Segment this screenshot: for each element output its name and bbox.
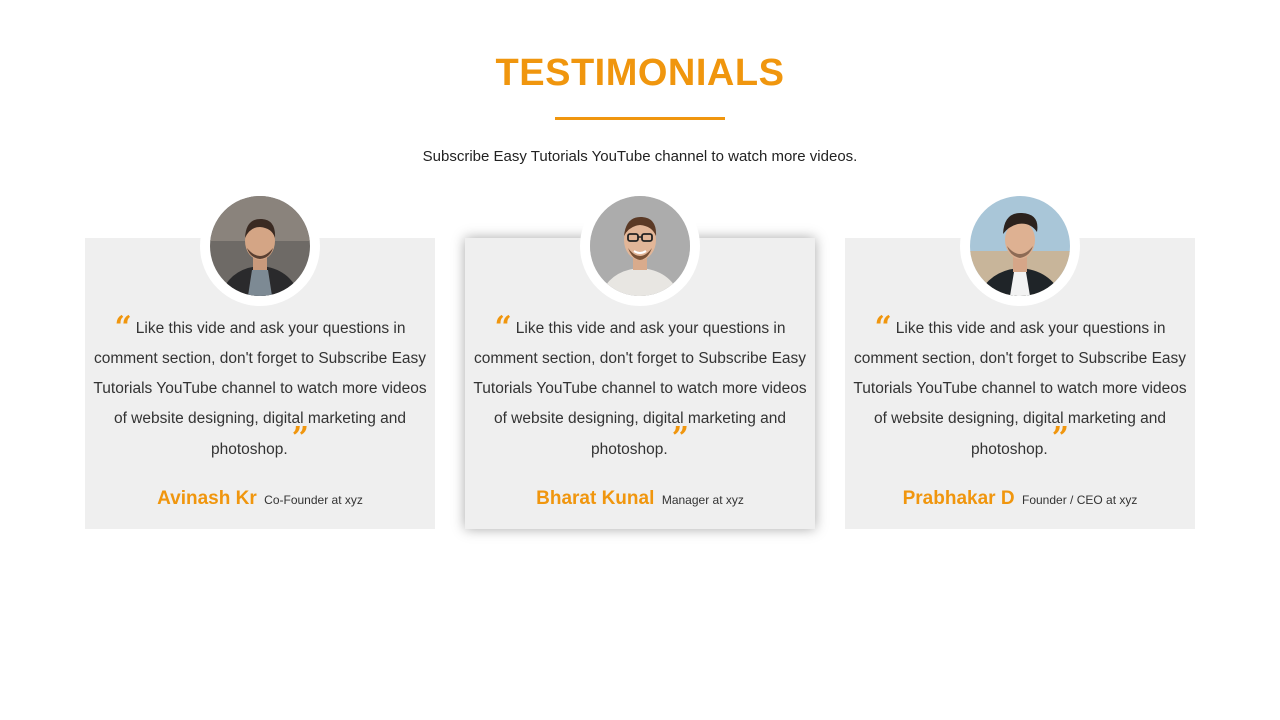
author-name: Bharat Kunal	[536, 488, 655, 509]
author-name: Avinash Kr	[157, 488, 257, 509]
author-role: Manager at xyz	[661, 493, 744, 507]
avatar	[960, 186, 1080, 306]
page-title: TESTIMONIALS	[495, 52, 785, 94]
close-quote-icon: ”	[671, 421, 689, 456]
quote-text: Like this vide and ask your questions in…	[473, 320, 807, 458]
page-subtitle: Subscribe Easy Tutorials YouTube channel…	[422, 148, 858, 165]
open-quote-icon: “	[874, 310, 892, 345]
testimonial-quote: “Like this vide and ask your questions i…	[473, 313, 807, 465]
quote-text: Like this vide and ask your questions in…	[93, 320, 427, 458]
open-quote-icon: “	[494, 310, 512, 345]
close-quote-icon: ”	[1051, 421, 1069, 456]
avatar	[200, 186, 320, 306]
avatar	[580, 186, 700, 306]
user-photo-icon	[590, 196, 690, 296]
open-quote-icon: “	[114, 310, 132, 345]
author-role: Founder / CEO at xyz	[1022, 493, 1138, 507]
close-quote-icon: ”	[291, 421, 309, 456]
testimonial-author: Prabhakar D Founder / CEO at xyz	[845, 488, 1195, 510]
quote-text: Like this vide and ask your questions in…	[853, 320, 1187, 458]
user-photo-icon	[210, 196, 310, 296]
testimonial-quote: “Like this vide and ask your questions i…	[93, 313, 427, 465]
author-name: Prabhakar D	[902, 488, 1015, 509]
testimonial-author: Avinash Kr Co-Founder at xyz	[85, 488, 435, 510]
testimonial-quote: “Like this vide and ask your questions i…	[853, 313, 1187, 465]
author-role: Co-Founder at xyz	[264, 493, 363, 507]
title-underline	[555, 117, 725, 120]
user-photo-icon	[970, 196, 1070, 296]
testimonial-author: Bharat Kunal Manager at xyz	[465, 488, 815, 510]
